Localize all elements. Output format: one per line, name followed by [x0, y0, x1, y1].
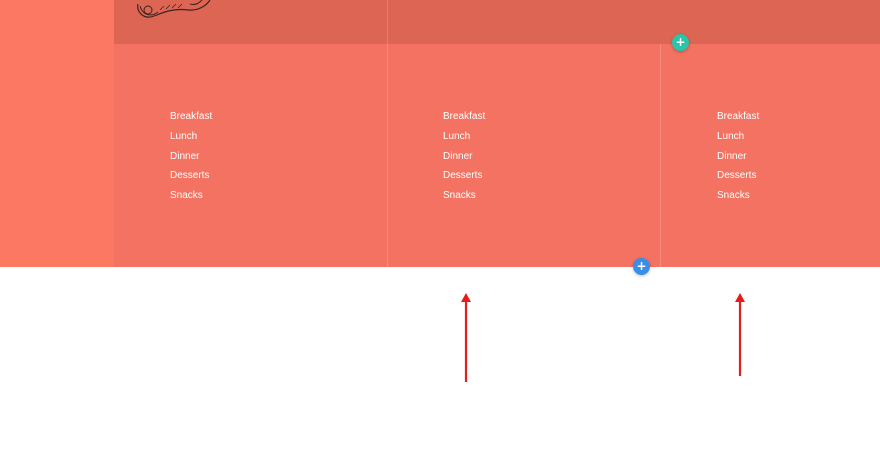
image-row [114, 0, 880, 44]
list-item[interactable]: Lunch [443, 127, 485, 147]
list-item[interactable]: Breakfast [443, 107, 485, 127]
list-item[interactable]: Breakfast [170, 107, 212, 127]
list-item[interactable]: Dinner [717, 147, 759, 167]
column-divider [660, 44, 661, 267]
column-divider [387, 0, 388, 267]
list-item[interactable]: Breakfast [717, 107, 759, 127]
annotation-arrow-up [461, 293, 471, 382]
list-item[interactable]: Desserts [170, 166, 212, 186]
list-item[interactable]: Desserts [443, 166, 485, 186]
list-item[interactable]: Desserts [717, 166, 759, 186]
list-item[interactable]: Snacks [717, 186, 759, 206]
add-row-button[interactable]: + [672, 34, 689, 51]
annotation-arrow-up [735, 293, 745, 376]
food-sketch-icon [137, 0, 211, 18]
list-item[interactable]: Dinner [170, 147, 212, 167]
menu-list-column-3: Breakfast Lunch Dinner Desserts Snacks [717, 107, 759, 206]
list-item[interactable]: Dinner [443, 147, 485, 167]
list-item[interactable]: Snacks [443, 186, 485, 206]
menu-list-column-1: Breakfast Lunch Dinner Desserts Snacks [170, 107, 212, 206]
list-item[interactable]: Lunch [717, 127, 759, 147]
menu-list-column-2: Breakfast Lunch Dinner Desserts Snacks [443, 107, 485, 206]
add-module-button[interactable]: + [633, 258, 650, 275]
list-item[interactable]: Snacks [170, 186, 212, 206]
list-item[interactable]: Lunch [170, 127, 212, 147]
